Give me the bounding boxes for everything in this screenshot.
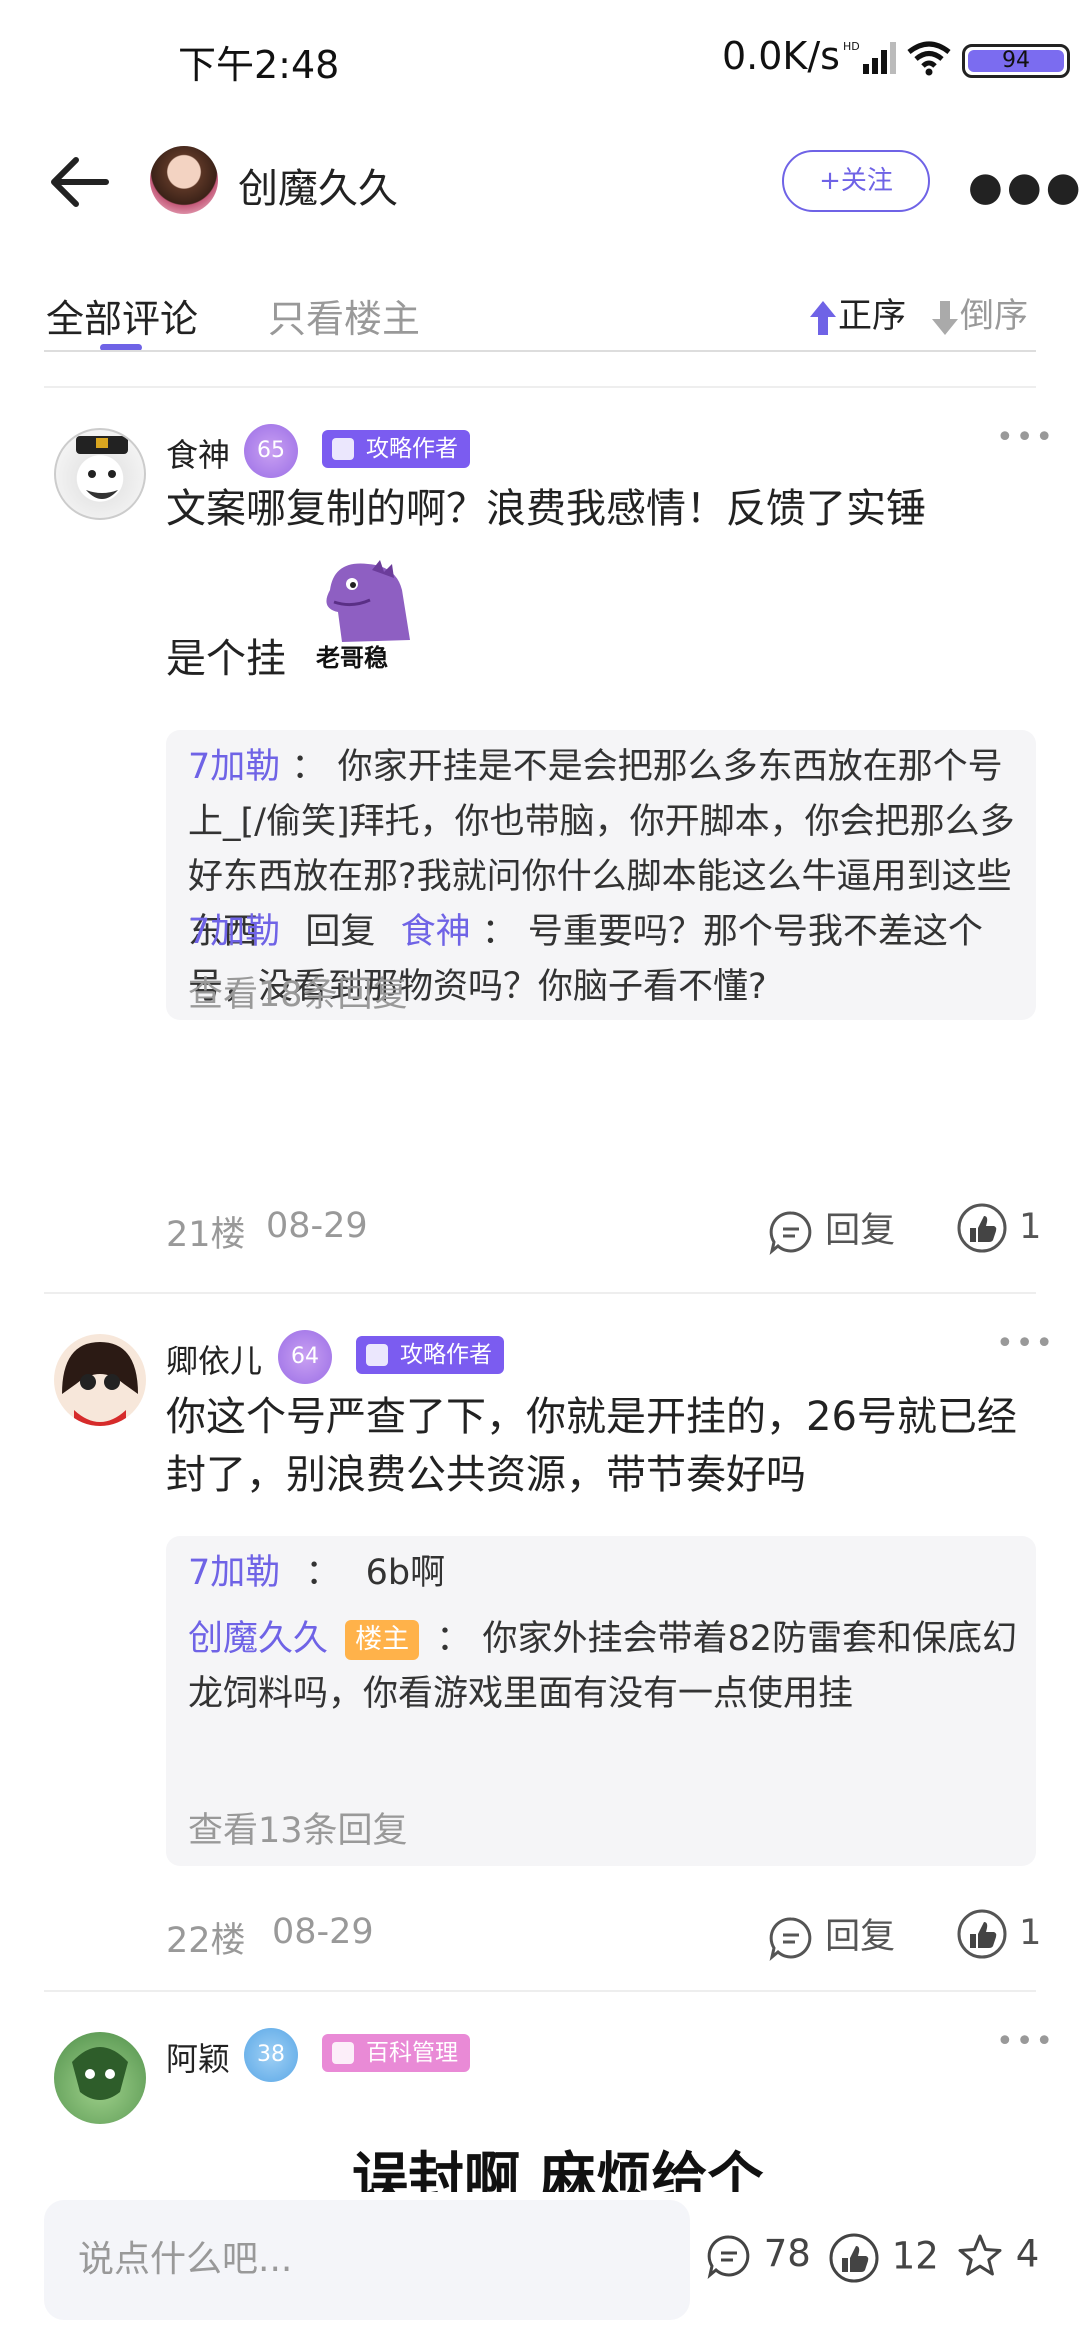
more-options-icon[interactable]: ●●● — [968, 164, 1080, 210]
reply-target-user[interactable]: 食神 — [401, 912, 471, 952]
wifi-icon — [907, 41, 951, 76]
stars-count: 4 — [1015, 2232, 1040, 2276]
favorite-button[interactable]: 4 — [956, 2232, 1039, 2280]
divider — [44, 1292, 1036, 1294]
role-badge-label: 攻略作者 — [366, 436, 458, 462]
reply-item: 创魔久久 楼主 ： 你家外挂会带着82防雷套和保底幻龙饲料吗，你看游戏里面有没有… — [188, 1612, 1018, 1722]
sticker-image: 老哥稳 — [312, 550, 428, 680]
reply-button[interactable]: 回复 — [768, 1202, 895, 1255]
comment-tabs: 全部评论 只看楼主 正序 倒序 — [0, 268, 1080, 352]
thumbs-up-icon — [829, 2233, 879, 2283]
tab-all-comments[interactable]: 全部评论 — [46, 288, 198, 343]
battery-indicator: 94 — [962, 44, 1070, 78]
role-badge: 攻略作者 — [322, 430, 470, 468]
comment-date: 08-29 — [272, 1912, 374, 1952]
likes-count: 12 — [891, 2234, 939, 2278]
comment-image-text: 误封啊 麻烦给个 — [352, 2147, 764, 2192]
role-badge-label: 百科管理 — [366, 2040, 458, 2066]
reply-separator: ： — [291, 747, 327, 787]
reply-preview-box[interactable]: 7加勒 ： 你家开挂是不是会把那么多东西放在那个号上_[/偷笑]拜托，你也带脑，… — [166, 730, 1036, 1020]
commenter-name[interactable]: 卿依儿 — [166, 1336, 262, 1382]
reply-separator: ： — [436, 1619, 472, 1659]
likes-count-button[interactable]: 12 — [828, 2232, 939, 2284]
status-bar: 下午2:48 0.0K/s HD 94 — [0, 0, 1080, 120]
thumbs-up-icon — [957, 1203, 1007, 1253]
arrow-up-icon — [810, 300, 836, 335]
floor-number: 22楼 — [166, 1921, 246, 1961]
tab-op-only[interactable]: 只看楼主 — [268, 288, 420, 343]
follow-button[interactable]: +关注 — [782, 150, 930, 212]
level-badge: 65 — [244, 424, 298, 478]
character-avatar-icon — [72, 2047, 128, 2100]
comment-bubble-icon — [769, 1917, 812, 1961]
back-arrow-icon[interactable] — [46, 152, 110, 212]
commenter-avatar[interactable] — [54, 1334, 146, 1426]
sort-asc-label: 正序 — [838, 296, 906, 336]
like-count: 1 — [1019, 1207, 1042, 1247]
comment-text: 文案哪复制的啊？浪费我感情！反馈了实锤 — [166, 486, 926, 532]
level-badge: 64 — [278, 1330, 332, 1384]
level-badge: 38 — [244, 2028, 298, 2082]
comment-more-icon[interactable]: ••• — [996, 420, 1055, 455]
network-speed: 0.0K/s — [722, 34, 840, 78]
author-avatar[interactable] — [150, 146, 218, 214]
comments-count-button[interactable]: 78 — [706, 2232, 811, 2279]
floor-number: 21楼 — [166, 1215, 246, 1255]
reply-label: 回复 — [825, 1211, 896, 1251]
girl-avatar-icon — [62, 1342, 138, 1426]
comment-bubble-icon — [769, 1211, 812, 1255]
chef-avatar-icon — [76, 436, 128, 499]
like-count: 1 — [1019, 1913, 1042, 1953]
post-header: 创魔久久 +关注 ●●● — [0, 120, 1080, 240]
commenter-avatar[interactable] — [54, 2032, 146, 2124]
reply-item: 7加勒 ： 6b啊 — [188, 1546, 1018, 1601]
commenter-avatar[interactable] — [54, 428, 146, 520]
svg-text:HD: HD — [843, 40, 860, 53]
like-button[interactable]: 1 — [956, 1908, 1041, 1960]
role-badge-label: 攻略作者 — [400, 1342, 492, 1368]
thumbs-up-icon — [957, 1909, 1007, 1959]
comment-date: 08-29 — [266, 1206, 368, 1246]
divider — [44, 1990, 1036, 1992]
reply-preview-box[interactable]: 7加勒 ： 6b啊 创魔久久 楼主 ： 你家外挂会带着82防雷套和保底幻龙饲料吗… — [166, 1536, 1036, 1866]
view-more-replies[interactable]: 查看18条回复 — [188, 966, 408, 1017]
comments-count: 78 — [763, 2232, 811, 2275]
reply-text: 6b啊 — [365, 1553, 446, 1593]
reply-separator: ： — [305, 1553, 341, 1593]
comment-item: 阿颖 38 百科管理 ••• 误封啊 麻烦给个 — [0, 2024, 1080, 2192]
reply-user[interactable]: 7加勒 — [188, 912, 280, 952]
comment-text: 你这个号严查了下，你就是开挂的，26号就已经封了，别浪费公共资源，带节奏好吗 — [166, 1394, 1017, 1498]
sort-desc-button[interactable]: 倒序 — [930, 288, 1028, 337]
op-tag: 楼主 — [345, 1620, 420, 1660]
status-time: 下午2:48 — [178, 43, 340, 87]
arrow-down-icon — [932, 300, 958, 335]
comment-bubble-icon — [707, 2234, 750, 2279]
sticker-caption: 老哥稳 — [316, 644, 388, 672]
comment-input[interactable]: 说点什么吧... — [44, 2200, 690, 2320]
author-name[interactable]: 创魔久久 — [238, 156, 398, 214]
view-more-replies[interactable]: 查看13条回复 — [188, 1802, 408, 1853]
role-badge: 攻略作者 — [356, 1336, 504, 1374]
reply-user[interactable]: 7加勒 — [188, 747, 280, 787]
comment-more-icon[interactable]: ••• — [996, 2024, 1055, 2059]
commenter-name[interactable]: 食神 — [166, 430, 230, 476]
reply-user[interactable]: 7加勒 — [188, 1553, 280, 1593]
reply-label: 回复 — [825, 1917, 896, 1957]
reply-verb: 回复 — [305, 912, 376, 952]
star-icon — [958, 2234, 1002, 2276]
sort-desc-label: 倒序 — [960, 296, 1028, 336]
comment-more-icon[interactable]: ••• — [996, 1326, 1055, 1361]
reply-separator: ： — [481, 912, 517, 952]
role-badge: 百科管理 — [322, 2034, 470, 2072]
signal-icon: HD — [843, 40, 896, 74]
like-button[interactable]: 1 — [956, 1202, 1041, 1254]
dinosaur-sticker-icon — [326, 560, 410, 642]
sort-asc-button[interactable]: 正序 — [808, 288, 906, 337]
reply-user[interactable]: 创魔久久 — [188, 1619, 328, 1659]
divider — [44, 386, 1036, 388]
commenter-name[interactable]: 阿颖 — [166, 2034, 230, 2080]
reply-button[interactable]: 回复 — [768, 1908, 895, 1961]
battery-level: 94 — [1002, 48, 1030, 73]
tabs-divider — [44, 350, 1036, 352]
